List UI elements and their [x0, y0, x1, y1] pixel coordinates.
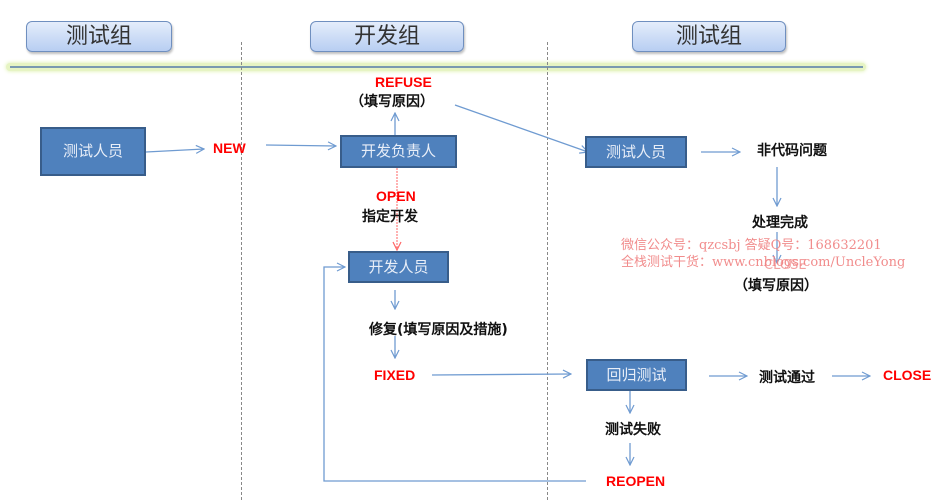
state-reopen: REOPEN	[606, 473, 666, 489]
node-tester-right: 测试人员	[585, 136, 687, 168]
state-open: OPEN	[376, 188, 416, 204]
arrow-tester-to-new	[145, 149, 204, 152]
node-developer-label: 开发人员	[368, 258, 429, 276]
arrow-fixed-to-regression	[431, 374, 571, 375]
non-code-issue-label: 非代码问题	[757, 143, 827, 159]
node-dev-lead: 开发负责人	[340, 135, 457, 168]
handled-label: 处理完成	[752, 215, 808, 231]
close-reason-label: （填写原因）	[734, 278, 818, 294]
assign-dev-label: 指定开发	[362, 209, 418, 225]
node-regression-label: 回归测试	[606, 366, 667, 384]
state-close: CLOSE	[883, 367, 932, 383]
node-regression: 回归测试	[586, 359, 687, 391]
watermark-line-2: 全栈测试干货：www.cnblogs.com/UncleYong	[621, 255, 906, 270]
node-tester-right-label: 测试人员	[605, 143, 666, 161]
state-refuse: REFUSE	[375, 74, 432, 90]
arrow-refuse-to-tester-right	[454, 104, 588, 152]
arrow-new-to-devlead	[265, 145, 336, 146]
state-fixed: FIXED	[374, 367, 416, 383]
node-tester: 测试人员	[40, 127, 146, 176]
node-tester-label: 测试人员	[62, 142, 123, 160]
fix-label: 修复(填写原因及措施)	[369, 322, 508, 338]
node-developer: 开发人员	[348, 251, 449, 283]
test-failed-label: 测试失败	[605, 422, 661, 438]
test-passed-label: 测试通过	[759, 370, 815, 386]
state-new: NEW	[213, 140, 246, 156]
refuse-reason-label: （填写原因）	[350, 94, 434, 110]
node-dev-lead-label: 开发负责人	[360, 142, 436, 160]
